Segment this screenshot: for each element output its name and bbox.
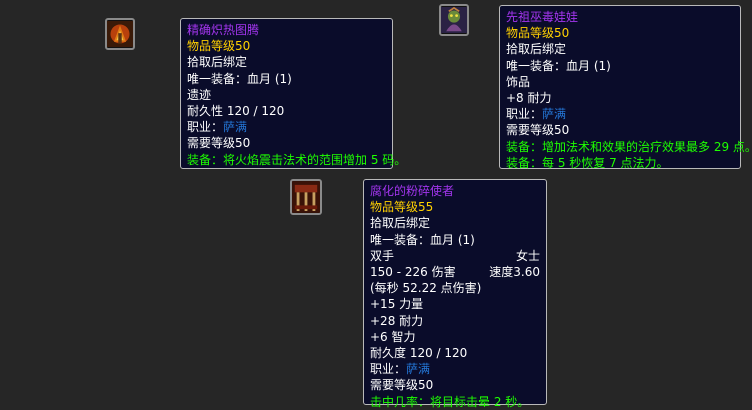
dps-text: (每秒 52.22 点伤害) xyxy=(370,281,482,296)
stat-text: +6 智力 xyxy=(370,329,416,344)
weapon-type-text: 女士 xyxy=(515,248,540,263)
equip-effect: 装备：每 5 秒恢复 7 点法力。 xyxy=(506,155,669,170)
item-tooltip-fire-totem: 精确炽热图腾 物品等级50 拾取后绑定 唯一装备：血月 (1) 遗迹 耐久性 1… xyxy=(180,18,407,169)
unique-equip-text: 唯一装备：血月 (1) xyxy=(187,71,292,86)
hand-text: 双手 xyxy=(370,248,395,263)
equip-effect: 装备：增加法术和效果的治疗效果最多 29 点。 xyxy=(506,139,752,154)
unique-equip-text: 唯一装备：血月 (1) xyxy=(370,232,475,247)
bind-text: 拾取后绑定 xyxy=(506,42,567,57)
level-requirement: 需要等级50 xyxy=(187,136,251,151)
fire-totem-icon[interactable] xyxy=(105,18,135,50)
item-tooltip-pulverizer: 腐化的粉碎使者 物品等级55 拾取后绑定 唯一装备：血月 (1) 双手 女士 1… xyxy=(363,179,547,409)
slot-text: 饰品 xyxy=(506,74,531,89)
damage-text: 150 - 226 伤害 xyxy=(370,265,456,280)
class-label: 职业： xyxy=(506,107,543,122)
item-level: 物品等级55 xyxy=(370,200,434,215)
class-value: 萨满 xyxy=(542,107,567,122)
equip-effect: 装备：将火焰震击法术的范围增加 5 码。 xyxy=(187,152,407,167)
stat-text: +15 力量 xyxy=(370,297,424,312)
item-name: 先祖巫毒娃娃 xyxy=(506,10,579,24)
bind-text: 拾取后绑定 xyxy=(187,55,248,70)
damage-row: 150 - 226 伤害 速度3.60 xyxy=(370,264,540,280)
weapon-type-row: 双手 女士 xyxy=(370,248,540,264)
witch-doll-icon[interactable] xyxy=(439,4,469,36)
item-level: 物品等级50 xyxy=(187,39,251,54)
stat-text: +8 耐力 xyxy=(506,91,552,106)
class-value: 萨满 xyxy=(406,362,431,377)
class-label: 职业： xyxy=(370,362,407,377)
class-requirement: 职业：萨满 xyxy=(370,361,540,377)
slot-text: 遗迹 xyxy=(187,87,212,102)
item-name: 精确炽热图腾 xyxy=(187,23,260,37)
class-requirement: 职业：萨满 xyxy=(506,106,734,122)
item-tooltip-voodoo-doll: 先祖巫毒娃娃 物品等级50 拾取后绑定 唯一装备：血月 (1) 饰品 +8 耐力… xyxy=(499,5,752,170)
item-level: 物品等级50 xyxy=(506,26,570,41)
class-value: 萨满 xyxy=(223,120,248,135)
level-requirement: 需要等级50 xyxy=(506,123,570,138)
bind-text: 拾取后绑定 xyxy=(370,216,431,231)
item-name: 腐化的粉碎使者 xyxy=(370,184,455,198)
class-label: 职业： xyxy=(187,120,224,135)
chance-on-hit-effect: 击中几率：将目标击晕 2 秒。 xyxy=(370,394,530,409)
durability-text: 耐久性 120 / 120 xyxy=(187,104,285,119)
speed-text: 速度3.60 xyxy=(489,265,540,280)
pulverizer-icon[interactable] xyxy=(290,179,322,215)
durability-text: 耐久度 120 / 120 xyxy=(370,346,468,361)
stat-text: +28 耐力 xyxy=(370,313,424,328)
unique-equip-text: 唯一装备：血月 (1) xyxy=(506,58,611,73)
class-requirement: 职业：萨满 xyxy=(187,119,386,135)
level-requirement: 需要等级50 xyxy=(370,378,434,393)
